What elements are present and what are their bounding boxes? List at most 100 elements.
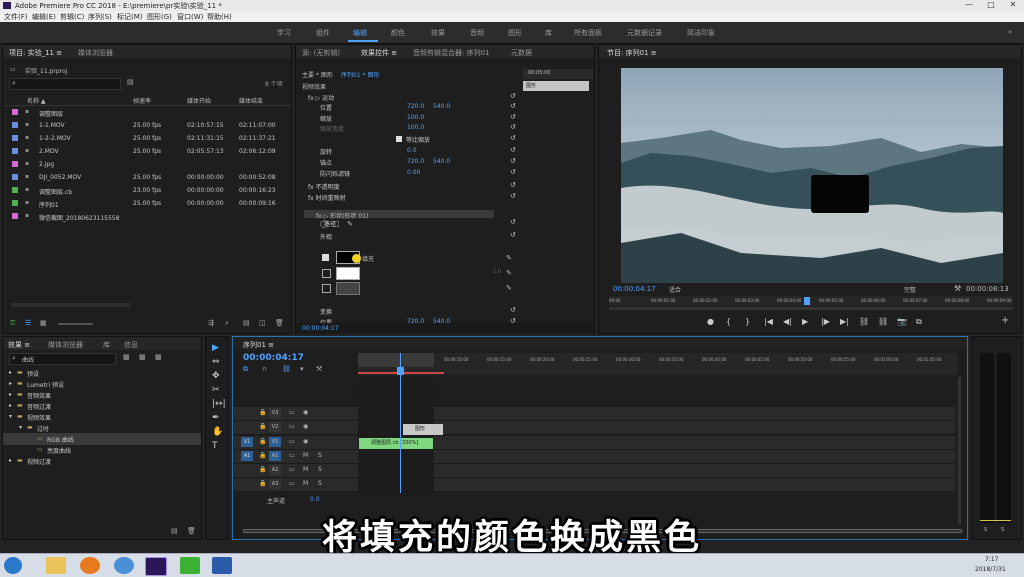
property-value-y[interactable]: 540.0: [433, 158, 450, 165]
workspace-tab-all-panels[interactable]: 所有面板: [574, 28, 602, 38]
stroke-color-swatch[interactable]: [336, 267, 360, 280]
track-lock-icon[interactable]: 🔒: [259, 480, 266, 487]
fill-eyedropper-icon[interactable]: ✎: [506, 254, 512, 262]
property-value-y[interactable]: 540.0: [433, 103, 450, 110]
zoom-level-select[interactable]: 适合: [669, 285, 681, 294]
play-button[interactable]: ▶: [802, 317, 808, 326]
expand-arrow-icon[interactable]: ▸: [9, 391, 12, 398]
track-eye-icon[interactable]: ◉: [303, 438, 308, 445]
menu-clip[interactable]: 剪辑(C): [60, 12, 84, 22]
accelerated-effects-icon[interactable]: ▦: [123, 353, 130, 361]
track-target[interactable]: A2: [269, 465, 281, 475]
linked-selection-icon[interactable]: ⛓: [282, 365, 291, 373]
track-sync-icon[interactable]: ▭: [289, 466, 295, 473]
track-select-tool[interactable]: ⇔: [212, 357, 220, 367]
stroke-width[interactable]: 1.0: [493, 269, 501, 275]
master-clip-label[interactable]: 主要 * 图形: [302, 70, 333, 79]
program-zoom-bar[interactable]: [609, 307, 1013, 310]
tab-effects[interactable]: 效果 ≡: [8, 340, 30, 350]
reset-icon[interactable]: ↺: [510, 92, 516, 100]
mark-out-button[interactable]: }: [745, 317, 750, 326]
expand-arrow-icon[interactable]: ▾: [9, 413, 12, 420]
tab-source[interactable]: 源: (无剪辑): [302, 48, 340, 58]
maximize-button[interactable]: □: [980, 0, 1002, 10]
menu-help[interactable]: 帮助(H): [207, 12, 232, 22]
extract-button[interactable]: ⛓: [878, 317, 888, 326]
menu-window[interactable]: 窗口(W): [177, 12, 203, 22]
track-sync-icon[interactable]: ▭: [289, 438, 295, 445]
selection-tool[interactable]: ▶: [212, 343, 219, 353]
tab-effect-controls[interactable]: 效果控件 ≡: [361, 48, 397, 58]
track-solo-icon[interactable]: S: [318, 480, 322, 487]
tab-audio-mixer[interactable]: 音频剪辑混合器: 序列01: [413, 48, 490, 58]
expand-arrow-icon[interactable]: ▸: [9, 402, 12, 409]
workspace-tab-effects[interactable]: 效果: [431, 28, 445, 38]
track-target[interactable]: A3: [269, 479, 281, 489]
mark-in-button[interactable]: {: [726, 317, 731, 326]
type-tool[interactable]: T: [212, 441, 218, 451]
fill-checkbox[interactable]: [322, 254, 329, 261]
stroke-checkbox[interactable]: [322, 269, 331, 278]
workspace-tab-metadata[interactable]: 元数据记录: [627, 28, 662, 38]
col-media-end[interactable]: 媒体结束: [239, 96, 263, 105]
export-frame-button[interactable]: 📷: [897, 317, 907, 326]
workspace-tab-audio[interactable]: 音频: [470, 28, 484, 38]
program-timecode[interactable]: 00:00:04:17: [613, 285, 656, 293]
ec-graphic-clip[interactable]: 图形: [523, 81, 589, 91]
workspace-tab-editing[interactable]: 编辑: [353, 28, 367, 38]
minimize-button[interactable]: —: [958, 0, 980, 10]
track-mute-icon[interactable]: M: [303, 452, 308, 459]
track-solo-icon[interactable]: S: [318, 452, 322, 459]
project-item[interactable]: ▪ 2.MOV 25.00 fps 02:05:57:13 02:06:12:09: [3, 145, 291, 157]
shadow-eyedropper-icon[interactable]: ✎: [506, 284, 512, 292]
snap-icon[interactable]: ∩: [262, 365, 267, 373]
track-solo-icon[interactable]: S: [318, 466, 322, 473]
close-button[interactable]: ✕: [1002, 0, 1024, 10]
reset-icon[interactable]: ↺: [510, 231, 516, 239]
project-scrollbar[interactable]: [11, 303, 131, 307]
timeline-ruler[interactable]: :00:0000:00:05:0000:00:10:0000:00:15:000…: [358, 353, 958, 375]
ec-time-ruler[interactable]: 00:05:00: [523, 69, 593, 79]
program-playhead[interactable]: [804, 297, 810, 305]
track-sync-icon[interactable]: ▭: [289, 423, 295, 430]
pen-tool[interactable]: ✒: [212, 413, 220, 423]
razor-tool[interactable]: ✂: [212, 385, 220, 395]
workspace-tab-learn[interactable]: 学习: [277, 28, 291, 38]
ellipse-mask-icon[interactable]: ◯: [320, 220, 328, 228]
yuv-effects-icon[interactable]: ▦: [155, 353, 162, 361]
track-lock-icon[interactable]: 🔒: [259, 423, 266, 430]
workspace-tab-assembly[interactable]: 组件: [316, 28, 330, 38]
project-item[interactable]: ▪ DJI_0052.MOV 25.00 fps 00:00:00:00 00:00:5…: [3, 171, 291, 183]
browser-icon[interactable]: [80, 557, 100, 574]
tab-sequence[interactable]: 序列01 ≡: [243, 340, 274, 350]
tab-info[interactable]: 信息: [124, 340, 138, 350]
track-eye-icon[interactable]: ◉: [303, 409, 308, 416]
track-target[interactable]: A1: [269, 451, 281, 461]
reset-icon[interactable]: ↺: [510, 134, 516, 142]
video-clip[interactable]: 调整图层.cb [200%]: [359, 438, 433, 449]
tab-metadata[interactable]: 元数据: [511, 48, 532, 58]
sequence-clip-label[interactable]: 序列01 * 图形: [341, 70, 379, 79]
workspace-tab-color[interactable]: 颜色: [391, 28, 405, 38]
project-search-input[interactable]: ⌕: [9, 78, 121, 90]
col-name[interactable]: 名称 ▲: [27, 96, 46, 105]
trash-icon[interactable]: 🗑: [275, 319, 284, 327]
project-item[interactable]: ▪ 序列01 25.00 fps 00:00:00:00 00:00:09:16: [3, 197, 291, 209]
tab-media-browser-2[interactable]: 媒体浏览器: [48, 340, 83, 350]
tab-media-browser[interactable]: 媒体浏览器: [78, 48, 113, 58]
track-target[interactable]: V1: [269, 437, 281, 447]
find-icon[interactable]: ⌕: [225, 319, 229, 328]
stroke-eyedropper-icon[interactable]: ✎: [506, 269, 512, 277]
workspace-tab-custom[interactable]: 简洁印象: [687, 28, 715, 38]
work-area-bar[interactable]: [358, 353, 434, 367]
reset-icon[interactable]: ↺: [510, 123, 516, 131]
resolution-select[interactable]: 完整: [904, 285, 916, 294]
menu-file[interactable]: 文件(F): [4, 12, 28, 22]
reset-icon[interactable]: ↺: [510, 168, 516, 176]
property-value-x[interactable]: 720.0: [407, 103, 424, 110]
reset-icon[interactable]: ↺: [510, 192, 516, 200]
expand-arrow-icon[interactable]: ▸: [9, 369, 12, 376]
reset-icon[interactable]: ↺: [510, 181, 516, 189]
add-button[interactable]: +: [1001, 315, 1009, 326]
expand-arrow-icon[interactable]: ▾: [19, 424, 22, 431]
